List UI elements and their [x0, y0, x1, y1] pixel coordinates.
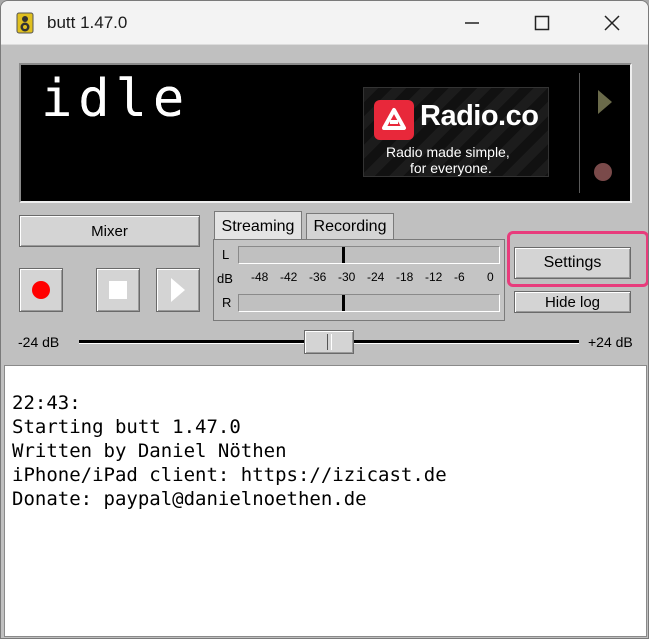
- tab-recording[interactable]: Recording: [306, 213, 394, 239]
- play-button[interactable]: [156, 268, 200, 312]
- vu-scale-tick: -30: [338, 270, 356, 284]
- vu-scale-tick: -36: [309, 270, 327, 284]
- mixer-button[interactable]: Mixer: [19, 215, 200, 247]
- settings-highlight: [507, 231, 648, 287]
- play-icon: [171, 278, 185, 302]
- vu-meter: L dB -48 -42 -36 -30 -24 -18 -12 -6 0 R: [213, 239, 505, 321]
- log-line: iPhone/iPad client: https://izicast.de: [12, 464, 447, 486]
- vu-scale-tick: -42: [280, 270, 298, 284]
- vu-right-bar: [238, 294, 500, 312]
- radio-co-logo-icon: [374, 100, 414, 140]
- status-text: idle: [41, 69, 191, 129]
- hide-log-button[interactable]: Hide log: [514, 291, 631, 313]
- log-line: Written by Daniel Nöthen: [12, 440, 287, 462]
- log-line: 22:43:: [12, 392, 81, 414]
- vu-scale-tick: -48: [251, 270, 269, 284]
- radio-co-banner[interactable]: Radio.co Radio made simple, for everyone…: [363, 87, 549, 177]
- record-indicator-icon: [594, 163, 612, 181]
- record-button[interactable]: [19, 268, 63, 312]
- vu-right-label: R: [222, 295, 232, 310]
- gain-max-label: +24 dB: [588, 334, 633, 350]
- status-display: idle Radio.co Radio made simple, for eve…: [19, 63, 632, 203]
- vu-scale-tick: -18: [396, 270, 414, 284]
- vu-left-label: L: [222, 247, 230, 262]
- log-output[interactable]: 22:43: Starting butt 1.47.0 Written by Dan…: [4, 365, 647, 637]
- minimize-icon: [465, 22, 479, 24]
- stop-button[interactable]: [96, 268, 140, 312]
- close-icon: [604, 15, 620, 31]
- stop-icon: [109, 281, 127, 299]
- vu-scale-tick: 0: [487, 270, 494, 284]
- maximize-icon: [534, 15, 550, 31]
- vu-scale-tick: -12: [425, 270, 443, 284]
- app-window: butt 1.47.0 idle Radio.co Radio made sim…: [0, 0, 649, 639]
- maximize-button[interactable]: [507, 1, 577, 45]
- title-bar: butt 1.47.0: [1, 1, 648, 45]
- gain-min-label: -24 dB: [18, 334, 60, 350]
- window-title: butt 1.47.0: [47, 13, 128, 32]
- banner-tagline-1: Radio made simple,: [386, 144, 510, 160]
- log-line: Starting butt 1.47.0: [12, 416, 241, 438]
- vu-left-bar: [238, 246, 500, 264]
- vu-db-label: dB: [217, 271, 233, 286]
- display-separator: [579, 73, 580, 193]
- tab-streaming[interactable]: Streaming: [214, 211, 302, 241]
- vu-scale-tick: -6: [454, 270, 465, 284]
- speaker-icon: [16, 12, 34, 34]
- close-button[interactable]: [577, 1, 647, 45]
- banner-brand: Radio.co: [420, 100, 539, 132]
- vu-scale-tick: -24: [367, 270, 385, 284]
- minimize-button[interactable]: [437, 1, 507, 45]
- record-icon: [32, 281, 50, 299]
- banner-tagline-2: for everyone.: [410, 160, 492, 176]
- log-line: Donate: paypal@danielnoethen.de: [12, 488, 367, 510]
- gain-slider-thumb[interactable]: [304, 330, 354, 354]
- play-indicator-icon: [598, 90, 612, 114]
